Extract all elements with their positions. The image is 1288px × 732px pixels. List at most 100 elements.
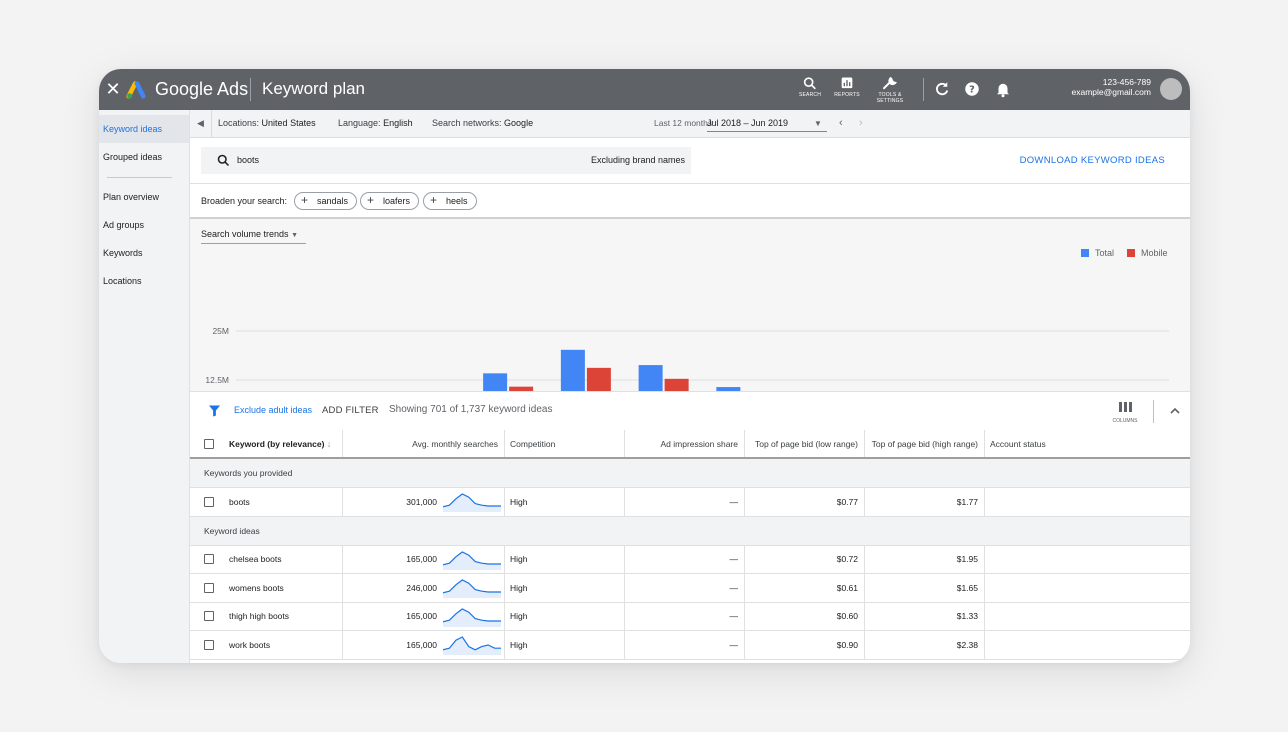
impression-cell: — — [625, 488, 745, 516]
top-app-bar: ✕ Google Ads Keyword plan SEARCH REPORTS… — [99, 69, 1190, 110]
header-competition-cell[interactable]: Competition — [505, 430, 625, 457]
header-status-cell[interactable]: Account status — [985, 430, 1190, 457]
sidebar-item-keywords[interactable]: Keywords — [99, 239, 189, 267]
columns-button[interactable]: COLUMNS — [1108, 399, 1142, 424]
competition-value: High — [510, 496, 528, 507]
chevron-up-icon[interactable] — [1168, 404, 1182, 418]
sidebar-item-grouped-ideas[interactable]: Grouped ideas — [99, 143, 189, 171]
search-input-value[interactable]: boots — [237, 147, 259, 174]
broaden-label: Broaden your search: — [201, 196, 288, 206]
bar-total-nov-2018[interactable] — [560, 349, 585, 391]
search-tool-button[interactable]: SEARCH — [790, 75, 830, 98]
row-checkbox[interactable] — [204, 582, 214, 593]
close-icon[interactable]: ✕ — [103, 79, 123, 99]
bar-total-oct-2018[interactable] — [483, 373, 508, 391]
trend-sparkline — [443, 607, 501, 627]
table-row[interactable]: womens boots 246,000 High — $0.61 $1.65 — [190, 574, 1190, 603]
row-checkbox[interactable] — [204, 611, 214, 622]
sidebar-item-locations[interactable]: Locations — [99, 267, 189, 295]
competition-cell: High — [505, 488, 625, 516]
trend-sparkline — [443, 579, 501, 598]
header-keyword-cell[interactable]: Keyword (by relevance) ↓ — [190, 430, 343, 457]
header-searches: Avg. monthly searches — [412, 438, 498, 449]
competition-cell: High — [505, 631, 625, 659]
searches-cell: 165,000 — [343, 631, 505, 659]
exclude-adult-ideas-filter[interactable]: Exclude adult ideas — [234, 405, 312, 415]
columns-label: COLUMNS — [1112, 418, 1138, 424]
status-cell — [985, 631, 1190, 659]
row-checkbox[interactable] — [204, 496, 214, 507]
reports-tool-button[interactable]: REPORTS — [827, 75, 867, 98]
chevron-left-icon[interactable]: ‹ — [839, 110, 843, 137]
locations-label: Locations: — [218, 118, 260, 128]
row-checkbox[interactable] — [204, 639, 214, 650]
group-row-ideas: Keyword ideas — [190, 516, 1190, 546]
add-filter-button[interactable]: ADD FILTER — [322, 405, 379, 416]
keyword-cell: womens boots — [190, 574, 343, 602]
header-searches-cell[interactable]: Avg. monthly searches — [343, 430, 505, 457]
search-icon — [217, 154, 230, 167]
notifications-icon[interactable] — [994, 80, 1012, 98]
tools-settings-button[interactable]: TOOLS & SETTINGS — [870, 75, 910, 104]
bid-low-value: $0.77 — [836, 496, 858, 507]
header-bid-high-cell[interactable]: Top of page bid (high range) — [865, 430, 985, 457]
sidebar-item-ad-groups[interactable]: Ad groups — [99, 211, 189, 239]
refresh-icon[interactable] — [933, 80, 951, 98]
tools-settings-label: TOOLS & SETTINGS — [876, 92, 904, 104]
caret-down-icon[interactable]: ▼ — [814, 110, 822, 137]
impression-cell: — — [625, 574, 745, 602]
row-checkbox[interactable] — [204, 554, 214, 565]
keyword-search-box[interactable]: boots Excluding brand names — [201, 147, 691, 174]
idea-rows: chelsea boots 165,000 High — $0.72 $1.95 women… — [190, 545, 1190, 660]
chevron-right-icon[interactable]: › — [859, 110, 863, 137]
header-impression-cell[interactable]: Ad impression share — [625, 430, 745, 457]
divider — [923, 78, 924, 101]
bar-mobile-nov-2018[interactable] — [586, 367, 611, 391]
header-bid-low-cell[interactable]: Top of page bid (low range) — [745, 430, 865, 457]
brand-exclusion-toggle[interactable]: Excluding brand names — [591, 147, 685, 174]
avatar[interactable] — [1160, 78, 1182, 100]
chip-heels[interactable]: + heels — [423, 192, 477, 210]
searches-value: 165,000 — [406, 611, 437, 622]
account-info[interactable]: 123-456-789 example@gmail.com — [1071, 77, 1152, 97]
bid-low-value: $0.61 — [836, 582, 858, 593]
plus-icon: + — [367, 193, 375, 207]
bar-total-dec-2018[interactable] — [638, 365, 663, 391]
keyword-text: thigh high boots — [229, 611, 290, 622]
language-filter[interactable]: Language: English — [338, 110, 413, 137]
bar-mobile-dec-2018[interactable] — [664, 378, 689, 391]
table-row[interactable]: thigh high boots 165,000 High — $0.60 $1.33 — [190, 602, 1190, 631]
locations-filter[interactable]: Locations: United States — [218, 110, 316, 137]
status-cell — [985, 574, 1190, 602]
impression-cell: — — [625, 631, 745, 659]
table-row[interactable]: boots 301,000 High — $0.77 $1.77 — [190, 488, 1190, 517]
table-row[interactable]: work boots 165,000 High — $0.90 $2.38 — [190, 631, 1190, 660]
date-range-select[interactable]: Jul 2018 – Jun 2019 — [707, 110, 788, 137]
select-all-checkbox[interactable] — [204, 438, 214, 449]
bid-low-value: $0.60 — [836, 611, 858, 622]
competition-value: High — [510, 611, 528, 622]
table-row[interactable]: chelsea boots 165,000 High — $0.72 $1.95 — [190, 545, 1190, 574]
divider — [1153, 400, 1154, 423]
chip-label: loafers — [383, 196, 411, 206]
plus-icon: + — [301, 193, 309, 207]
chip-sandals[interactable]: + sandals — [294, 192, 358, 210]
chip-loafers[interactable]: + loafers — [360, 192, 420, 210]
header-bid-high: Top of page bid (high range) — [871, 438, 978, 449]
filter-icon[interactable] — [209, 405, 220, 417]
search-networks-filter[interactable]: Search networks: Google — [432, 110, 533, 137]
help-icon[interactable]: ? — [963, 80, 981, 98]
download-keyword-ideas-button[interactable]: DOWNLOAD KEYWORD IDEAS — [1020, 155, 1165, 166]
account-email: example@gmail.com — [1071, 86, 1152, 97]
bid-high-value: $2.38 — [956, 639, 978, 650]
searches-cell: 301,000 — [343, 488, 505, 516]
google-ads-logo — [126, 81, 146, 99]
bid-low-cell: $0.77 — [745, 488, 865, 516]
sidebar-item-plan-overview[interactable]: Plan overview — [99, 183, 189, 211]
searches-cell: 246,000 — [343, 574, 505, 602]
sidebar-item-keyword-ideas[interactable]: Keyword ideas — [99, 115, 189, 143]
date-range-underline — [707, 131, 827, 132]
collapse-sidebar-button[interactable]: ◀ — [190, 110, 212, 137]
bid-high-value: $1.95 — [956, 554, 978, 565]
y-tick-label: 25M — [212, 326, 229, 336]
